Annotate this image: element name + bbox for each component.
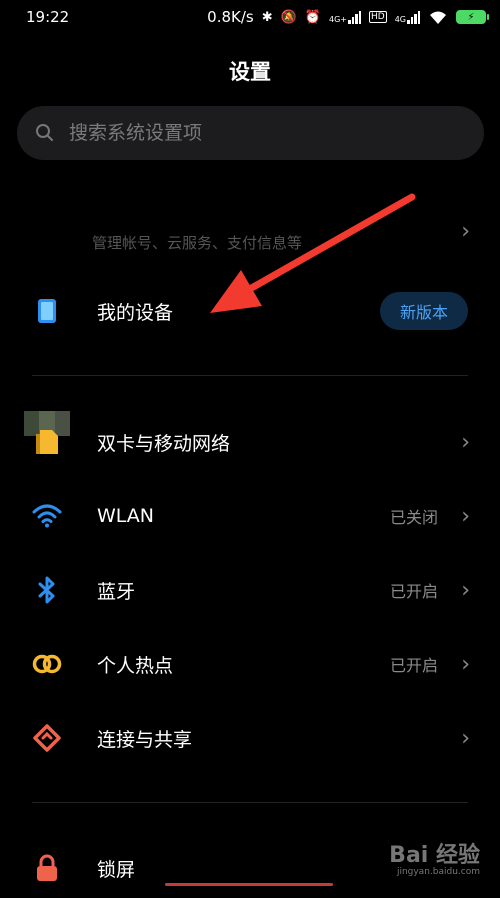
new-version-badge[interactable]: 新版本: [380, 292, 468, 330]
settings-item-label: 连接与共享: [97, 728, 193, 751]
settings-item-value: 已关闭: [389, 508, 438, 527]
divider: [32, 375, 468, 376]
settings-item-connect-share[interactable]: 连接与共享 ›: [0, 708, 500, 768]
page-title: 设置: [229, 60, 271, 84]
settings-item-value: 已开启: [389, 656, 438, 675]
account-row[interactable]: ›: [0, 196, 500, 436]
charging-battery-icon: ⚡: [456, 10, 489, 24]
phone-icon: [32, 296, 62, 326]
baidu-watermark: Bai 经验 jingyan.baidu.com: [389, 837, 480, 877]
net-speed: 0.8K/s: [207, 8, 254, 26]
chevron-right-icon: ›: [461, 218, 470, 244]
status-time: 19:22: [26, 8, 70, 26]
status-icons: 0.8K/s ✱ 🔕 ⏰ 4G+ HD 4G ⚡: [207, 8, 489, 26]
sim2-network-tag: 4G: [394, 14, 406, 24]
settings-item-label: 蓝牙: [97, 580, 136, 603]
settings-item-dual-sim[interactable]: 双卡与移动网络 ›: [0, 412, 500, 472]
scroll-indicator: [165, 883, 333, 886]
bluetooth-icon: [32, 575, 62, 605]
watermark-sub: jingyan.baidu.com: [396, 867, 480, 877]
search-input[interactable]: [67, 121, 431, 145]
share-icon: [32, 723, 62, 753]
chevron-right-icon: ›: [461, 503, 470, 529]
my-device-row[interactable]: 我的设备 新版本: [0, 281, 500, 341]
chevron-right-icon: ›: [461, 429, 470, 455]
settings-item-hotspot[interactable]: 个人热点 已开启 ›: [0, 634, 500, 694]
chevron-right-icon: ›: [461, 725, 470, 751]
lock-icon: [32, 853, 62, 883]
settings-item-label: 个人热点: [97, 654, 174, 677]
mute-icon: 🔕: [280, 9, 297, 25]
status-bar: 19:22 0.8K/s ✱ 🔕 ⏰ 4G+ HD 4G ⚡: [0, 0, 500, 34]
my-device-label: 我的设备: [97, 301, 174, 324]
settings-item-label: 双卡与移动网络: [97, 432, 231, 455]
hotspot-icon: [32, 649, 62, 679]
wifi-icon: [32, 501, 62, 531]
signal-icon: [407, 10, 420, 24]
chevron-right-icon: ›: [461, 577, 470, 603]
account-subtitle: 管理帐号、云服务、支付信息等: [92, 234, 303, 252]
settings-item-value: 已开启: [389, 582, 438, 601]
chevron-right-icon: ›: [461, 651, 470, 677]
divider: [32, 802, 468, 803]
wifi-status-icon: [430, 11, 446, 24]
sim1-network-tag: 4G+: [329, 14, 347, 24]
hd-tag: HD: [369, 11, 387, 23]
bluetooth-status-icon: ✱: [261, 9, 273, 25]
settings-item-label: WLAN: [97, 505, 155, 527]
settings-item-label: 锁屏: [97, 858, 136, 881]
settings-item-wlan[interactable]: WLAN 已关闭 ›: [0, 486, 500, 546]
settings-item-bluetooth[interactable]: 蓝牙 已开启 ›: [0, 560, 500, 620]
watermark-text: Bai 经验: [389, 843, 480, 868]
sim-card-icon: [32, 427, 62, 457]
search-icon: [36, 124, 53, 141]
signal-icon: [348, 10, 361, 24]
alarm-icon: ⏰: [304, 9, 321, 25]
search-bar[interactable]: [17, 106, 484, 160]
